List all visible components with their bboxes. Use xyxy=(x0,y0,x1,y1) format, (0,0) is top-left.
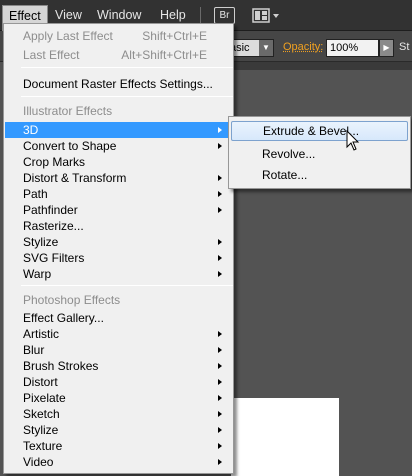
submenu-arrow-icon xyxy=(218,175,222,181)
menu-item-label: Video xyxy=(23,455,54,469)
menu-item-apply-last-effect[interactable]: Apply Last Effect Shift+Ctrl+E xyxy=(5,28,232,44)
submenu-arrow-icon xyxy=(218,443,222,449)
submenu-arrow-icon xyxy=(218,143,222,149)
opacity-label[interactable]: Opacity: xyxy=(283,41,323,53)
menu-item-sketch[interactable]: Sketch xyxy=(5,406,232,422)
menu-item-last-effect[interactable]: Last Effect Alt+Shift+Ctrl+E xyxy=(5,47,232,63)
style-label: St xyxy=(399,41,410,53)
menu-item-label: Path xyxy=(23,187,48,201)
menu-item-label: Last Effect xyxy=(23,48,80,62)
bridge-button[interactable]: Br xyxy=(214,7,235,24)
submenu-arrow-icon xyxy=(218,427,222,433)
illustrator-effects-header: Illustrator Effects xyxy=(5,103,232,119)
menu-item-label: Convert to Shape xyxy=(23,139,117,153)
menu-item-label: Warp xyxy=(23,267,52,281)
menu-item-label: Stylize xyxy=(23,423,59,437)
menu-item-pixelate[interactable]: Pixelate xyxy=(5,390,232,406)
menu-separator xyxy=(21,285,233,286)
menu-item-label: Apply Last Effect xyxy=(23,29,113,43)
menu-item-svg-filters[interactable]: SVG Filters xyxy=(5,250,232,266)
menubar-divider xyxy=(200,7,201,24)
menu-item-label: Extrude & Bevel... xyxy=(263,124,360,138)
menu-separator xyxy=(21,67,233,68)
menu-item-label: Distort & Transform xyxy=(23,171,127,185)
arrange-documents-icon xyxy=(252,8,279,23)
opacity-dropdown-arrow[interactable]: ▶ xyxy=(379,39,394,57)
menu-separator xyxy=(21,96,233,97)
menu-item-stylize-photoshop[interactable]: Stylize xyxy=(5,422,232,438)
menu-item-label: Rasterize... xyxy=(23,219,84,233)
menu-item-artistic[interactable]: Artistic xyxy=(5,326,232,342)
submenu-arrow-icon xyxy=(218,395,222,401)
submenu-arrow-icon xyxy=(218,379,222,385)
menu-item-rasterize[interactable]: Rasterize... xyxy=(5,218,232,234)
opacity-input[interactable]: 100% xyxy=(326,39,379,57)
submenu-arrow-icon xyxy=(218,239,222,245)
chevron-down-icon: ▼ xyxy=(259,40,273,56)
menu-item-label: Rotate... xyxy=(262,168,308,182)
menu-item-rotate[interactable]: Rotate... xyxy=(231,165,408,185)
menu-item-label: SVG Filters xyxy=(23,251,85,265)
document-tab-strip xyxy=(231,62,412,70)
menu-item-crop-marks[interactable]: Crop Marks xyxy=(5,154,232,170)
submenu-arrow-icon xyxy=(218,127,222,133)
menu-item-warp[interactable]: Warp xyxy=(5,266,232,282)
section-header-label: Photoshop Effects xyxy=(23,293,121,307)
section-header-label: Illustrator Effects xyxy=(23,104,113,118)
menu-item-stylize[interactable]: Stylize xyxy=(5,234,232,250)
menu-item-extrude-bevel[interactable]: Extrude & Bevel... xyxy=(231,121,408,141)
menu-item-label: Artistic xyxy=(23,327,59,341)
submenu-arrow-icon xyxy=(218,331,222,337)
submenu-arrow-icon xyxy=(218,459,222,465)
menu-item-pathfinder[interactable]: Pathfinder xyxy=(5,202,232,218)
menu-item-label: 3D xyxy=(23,123,39,137)
menu-item-label: Blur xyxy=(23,343,45,357)
submenu-arrow-icon xyxy=(218,271,222,277)
submenu-arrow-icon xyxy=(218,411,222,417)
menu-item-label: Sketch xyxy=(23,407,60,421)
menu-item-label: Pathfinder xyxy=(23,203,78,217)
menu-item-label: Stylize xyxy=(23,235,59,249)
menu-item-label: Brush Strokes xyxy=(23,359,99,373)
menu-item-revolve[interactable]: Revolve... xyxy=(231,144,408,164)
submenu-arrow-icon xyxy=(218,207,222,213)
submenu-arrow-icon xyxy=(218,191,222,197)
photoshop-effects-header: Photoshop Effects xyxy=(5,292,232,308)
menu-item-path[interactable]: Path xyxy=(5,186,232,202)
menu-item-3d[interactable]: 3D xyxy=(5,122,232,138)
menu-item-label: Document Raster Effects Settings... xyxy=(23,77,213,91)
menu-item-label: Texture xyxy=(23,439,63,453)
menu-item-document-raster-effects-settings[interactable]: Document Raster Effects Settings... xyxy=(5,76,232,92)
menu-item-label: Effect Gallery... xyxy=(23,311,104,325)
submenu-3d: Extrude & Bevel... Revolve... Rotate... xyxy=(228,116,411,189)
menu-item-shortcut: Alt+Shift+Ctrl+E xyxy=(121,48,207,62)
menu-item-label: Pixelate xyxy=(23,391,66,405)
menu-item-video[interactable]: Video xyxy=(5,454,232,470)
menu-item-label: Revolve... xyxy=(262,147,316,161)
menu-item-distort[interactable]: Distort xyxy=(5,374,232,390)
menu-item-label: Distort xyxy=(23,375,58,389)
menu-item-convert-to-shape[interactable]: Convert to Shape xyxy=(5,138,232,154)
arrange-documents-button[interactable] xyxy=(252,8,284,24)
menu-item-label: Crop Marks xyxy=(23,155,86,169)
effect-menu: Apply Last Effect Shift+Ctrl+E Last Effe… xyxy=(3,23,234,474)
menu-item-texture[interactable]: Texture xyxy=(5,438,232,454)
submenu-arrow-icon xyxy=(218,363,222,369)
submenu-arrow-icon xyxy=(218,255,222,261)
mouse-cursor-icon xyxy=(346,130,360,151)
submenu-arrow-icon xyxy=(218,347,222,353)
artboard[interactable] xyxy=(231,398,339,476)
menu-item-blur[interactable]: Blur xyxy=(5,342,232,358)
menu-item-distort-transform[interactable]: Distort & Transform xyxy=(5,170,232,186)
menu-item-shortcut: Shift+Ctrl+E xyxy=(142,29,207,43)
menu-item-brush-strokes[interactable]: Brush Strokes xyxy=(5,358,232,374)
menu-item-effect-gallery[interactable]: Effect Gallery... xyxy=(5,310,232,326)
